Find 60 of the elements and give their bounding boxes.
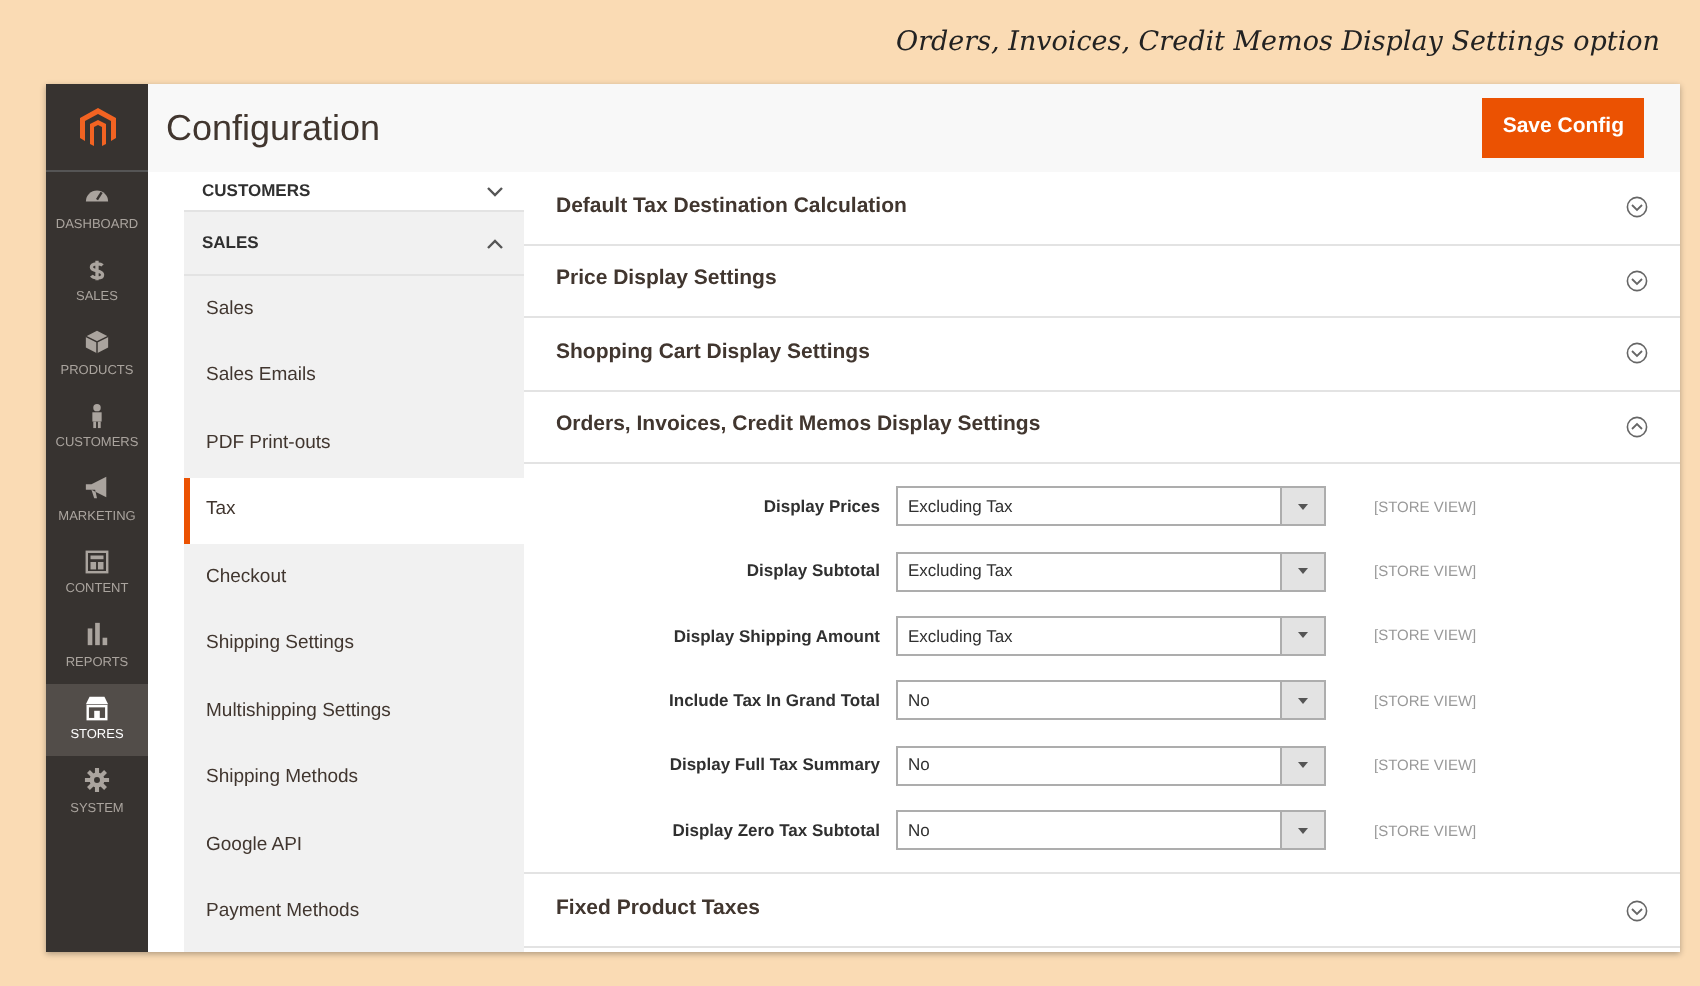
gear-icon: [84, 766, 110, 795]
sidebar-item[interactable]: Payment Methods: [184, 879, 524, 946]
section-header[interactable]: Shopping Cart Display Settings: [524, 318, 1680, 391]
field-label: Display Prices: [761, 493, 882, 520]
select-field[interactable]: No: [896, 810, 1326, 851]
sidebar-item[interactable]: Shipping Settings: [184, 611, 524, 678]
dollar-icon: [84, 255, 110, 284]
section-header[interactable]: Default Tax Destination Calculation: [524, 172, 1680, 245]
sidebar-item[interactable]: Tax: [184, 477, 528, 544]
dropdown-arrow-icon: [1298, 827, 1308, 834]
dropdown-arrow-icon: [1298, 762, 1308, 769]
select-field[interactable]: No: [896, 680, 1326, 721]
page-title: Configuration: [166, 105, 381, 152]
logo-icon[interactable]: [79, 107, 115, 147]
bar-chart-icon: [84, 620, 110, 649]
chevron-down-icon: [486, 185, 504, 197]
section-header[interactable]: Orders, Invoices, Credit Memos Display Settings: [524, 391, 1680, 464]
section-title: Default Tax Destination Calculation: [556, 191, 907, 222]
megaphone-icon: [84, 474, 110, 503]
section-header[interactable]: Fixed Product Taxes: [524, 874, 1680, 948]
field-label: Include Tax In Grand Total: [667, 687, 882, 714]
field-label: Display Zero Tax Subtotal: [670, 817, 882, 844]
dropdown-arrow-icon: [1298, 632, 1308, 639]
select-field[interactable]: Excluding Tax: [896, 615, 1326, 656]
expand-icon: [1626, 899, 1648, 922]
dropdown-arrow-icon: [1298, 568, 1308, 575]
sidebar-group-header[interactable]: SALES: [184, 212, 524, 276]
select-field[interactable]: Excluding Tax: [896, 486, 1326, 527]
field-label: Display Shipping Amount: [671, 623, 882, 649]
sidebar-item[interactable]: Google API: [184, 812, 524, 879]
sidebar-group-title: CUSTOMERS: [202, 178, 311, 204]
box-icon: [84, 328, 110, 357]
sidebar-item[interactable]: Sales: [184, 276, 524, 343]
storefront-icon: [84, 693, 110, 722]
collapse-icon: [1626, 415, 1648, 438]
sidebar-item[interactable]: Multishipping Settings: [184, 678, 524, 745]
caption: Orders, Invoices, Credit Memos Display Settings option: [896, 23, 1660, 62]
sidebar-item[interactable]: Checkout: [184, 544, 524, 611]
save-config-button[interactable]: Save Config: [1482, 98, 1644, 158]
sidebar-group-title: SALES: [202, 230, 259, 256]
chevron-up-icon: [486, 237, 504, 249]
section-title: Orders, Invoices, Credit Memos Display Settings: [556, 410, 1041, 441]
field-label: Display Subtotal: [744, 558, 882, 584]
layout-icon: [84, 547, 110, 576]
sidebar-group-header[interactable]: CUSTOMERS: [184, 172, 524, 212]
section-header[interactable]: Price Display Settings: [524, 245, 1680, 318]
sidebar-item[interactable]: Shipping Methods: [184, 745, 524, 812]
expand-icon: [1626, 342, 1648, 365]
section-title: Shopping Cart Display Settings: [556, 337, 870, 368]
select-field[interactable]: Excluding Tax: [896, 551, 1326, 592]
dropdown-arrow-icon: [1298, 503, 1308, 510]
expand-icon: [1626, 196, 1648, 219]
field-label: Display Full Tax Summary: [667, 752, 882, 779]
sidebar-item[interactable]: PDF Print-outs: [184, 410, 524, 477]
dropdown-arrow-icon: [1298, 697, 1308, 704]
select-field[interactable]: No: [896, 745, 1326, 786]
expand-icon: [1626, 269, 1648, 292]
section-title: Price Display Settings: [556, 264, 777, 295]
sidebar-item[interactable]: Sales Emails: [184, 343, 524, 410]
section-title: Fixed Product Taxes: [556, 894, 760, 925]
